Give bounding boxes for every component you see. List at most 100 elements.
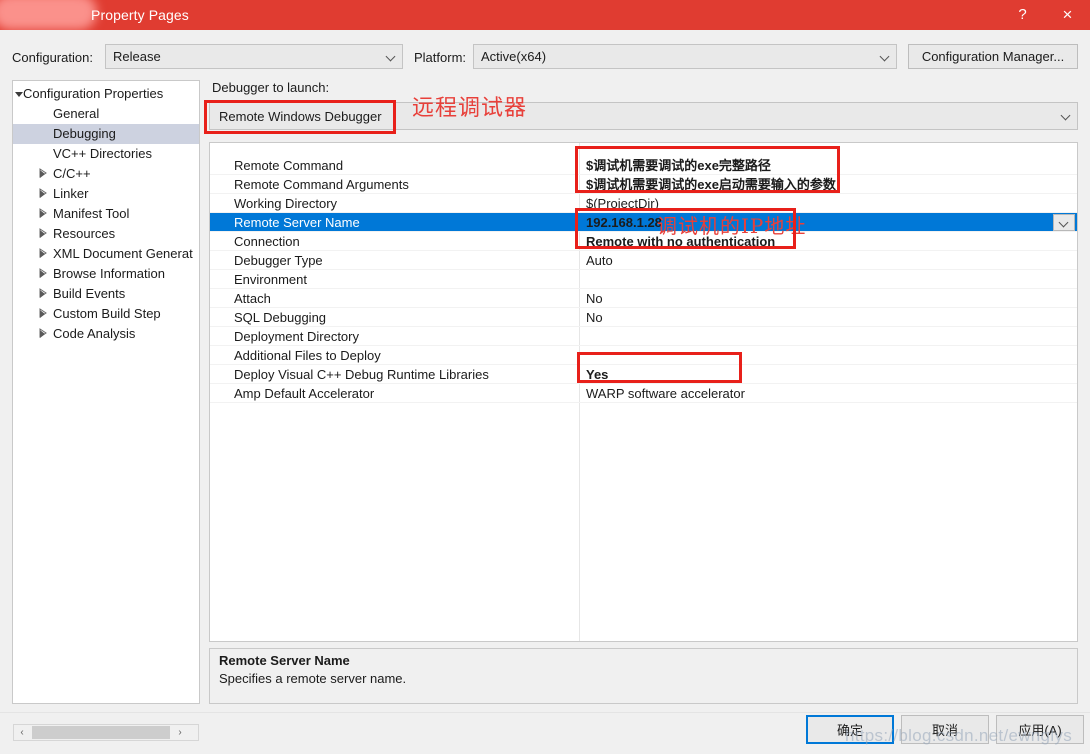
configuration-dropdown[interactable]: Release [105, 44, 403, 69]
sidebar-item-resources[interactable]: Resources [13, 224, 199, 244]
property-name: Environment [234, 272, 307, 287]
sidebar-item-browse-information[interactable]: Browse Information [13, 264, 199, 284]
property-name: Remote Command Arguments [234, 177, 409, 192]
description-panel: Remote Server Name Specifies a remote se… [209, 648, 1078, 704]
sidebar-item-label: XML Document Generat [53, 246, 193, 261]
annotation-ip-address: 调试机的IP地址 [657, 214, 807, 238]
sidebar-item-vc-directories[interactable]: VC++ Directories [13, 144, 199, 164]
property-value[interactable]: No [586, 289, 603, 308]
debugger-to-launch-value: Remote Windows Debugger [219, 109, 382, 124]
redacted-title-blob [0, 0, 97, 30]
property-row[interactable]: Connection Remote with no authentication [210, 232, 1077, 251]
collapsed-triangle-icon[interactable] [39, 184, 49, 204]
property-pages-window: Property Pages ? × Configuration: Releas… [0, 0, 1090, 754]
configuration-value: Release [113, 49, 161, 64]
property-row[interactable]: Remote Server Name 192.168.1.28 [210, 213, 1077, 232]
property-row[interactable]: Attach No [210, 289, 1077, 308]
sidebar-item-label: Build Events [53, 286, 126, 301]
properties-tree-panel[interactable]: Configuration Properties General Debugging… [12, 80, 200, 704]
property-value[interactable]: No [586, 308, 603, 327]
property-name: Amp Default Accelerator [234, 386, 375, 401]
sidebar-item-code-analysis[interactable]: Code Analysis [13, 324, 199, 344]
sidebar-item-label: Configuration Properties [23, 86, 164, 101]
property-row[interactable]: SQL Debugging No [210, 308, 1077, 327]
sidebar-item-label: Code Analysis [53, 326, 136, 341]
platform-label: Platform: [414, 50, 467, 65]
chevron-down-icon[interactable] [380, 45, 402, 68]
help-icon[interactable]: ? [1000, 0, 1045, 30]
property-row[interactable]: Amp Default Accelerator WARP software acc… [210, 384, 1077, 403]
sidebar-item-label: C/C++ [53, 166, 91, 181]
property-value[interactable]: Yes [586, 365, 608, 384]
scroll-right-icon[interactable]: › [172, 727, 188, 738]
chevron-down-icon[interactable] [1055, 103, 1077, 129]
collapsed-triangle-icon[interactable] [39, 164, 49, 184]
properties-tree: Configuration Properties General Debugging… [13, 84, 199, 344]
property-value[interactable]: $调试机需要调试的exe启动需要输入的参数 [586, 175, 836, 194]
sidebar-item-linker[interactable]: Linker [13, 184, 199, 204]
property-name: Connection [234, 234, 300, 249]
property-grid[interactable]: Remote Command $调试机需要调试的exe完整路径 Remote Com… [209, 142, 1078, 642]
configuration-manager-button[interactable]: Configuration Manager... [908, 44, 1078, 69]
platform-value: Active(x64) [481, 49, 547, 64]
property-value[interactable]: $调试机需要调试的exe完整路径 [586, 156, 771, 175]
property-name: Additional Files to Deploy [234, 348, 381, 363]
sidebar-item-label: Browse Information [53, 266, 165, 281]
property-row[interactable]: Remote Command $调试机需要调试的exe完整路径 [210, 156, 1077, 175]
property-name: Remote Server Name [234, 215, 360, 230]
sidebar-item-custom-build-step[interactable]: Custom Build Step [13, 304, 199, 324]
property-name: Remote Command [234, 158, 344, 173]
property-name: Deployment Directory [234, 329, 359, 344]
row-divider [210, 402, 1077, 403]
sidebar-item-label: Linker [53, 186, 89, 201]
window-title: Property Pages [91, 7, 189, 23]
collapsed-triangle-icon[interactable] [39, 264, 49, 284]
sidebar-item-xml-document-generat[interactable]: XML Document Generat [13, 244, 199, 264]
scroll-left-icon[interactable]: ‹ [14, 727, 30, 738]
property-row[interactable]: Debugger Type Auto [210, 251, 1077, 270]
sidebar-item-label: Debugging [53, 126, 116, 141]
sidebar-item-build-events[interactable]: Build Events [13, 284, 199, 304]
collapsed-triangle-icon[interactable] [39, 284, 49, 304]
ok-button[interactable]: 确定 [806, 715, 894, 744]
footer-divider [0, 712, 1090, 713]
collapsed-triangle-icon[interactable] [39, 204, 49, 224]
sidebar-item-general[interactable]: General [13, 104, 199, 124]
scrollbar-thumb[interactable] [32, 726, 170, 739]
property-row[interactable]: Remote Command Arguments $调试机需要调试的exe启动需要… [210, 175, 1077, 194]
property-row[interactable]: Deployment Directory [210, 327, 1077, 346]
property-row[interactable]: Additional Files to Deploy [210, 346, 1077, 365]
collapsed-triangle-icon[interactable] [39, 244, 49, 264]
apply-button[interactable]: 应用(A) [996, 715, 1084, 744]
sidebar-item-label: Custom Build Step [53, 306, 161, 321]
property-value[interactable]: $(ProjectDir) [586, 194, 659, 213]
sidebar-item-configuration-properties[interactable]: Configuration Properties [13, 84, 199, 104]
property-row[interactable]: Environment [210, 270, 1077, 289]
collapsed-triangle-icon[interactable] [39, 324, 49, 344]
collapsed-triangle-icon[interactable] [39, 224, 49, 244]
chevron-down-icon[interactable] [1053, 214, 1075, 231]
sidebar-item-label: Resources [53, 226, 116, 241]
sidebar-item-debugging[interactable]: Debugging [13, 124, 199, 144]
property-value[interactable]: 192.168.1.28 [586, 213, 662, 232]
property-name: SQL Debugging [234, 310, 327, 325]
property-value[interactable]: WARP software accelerator [586, 384, 745, 403]
platform-dropdown[interactable]: Active(x64) [473, 44, 897, 69]
property-name: Deploy Visual C++ Debug Runtime Librarie… [234, 367, 489, 382]
tree-horizontal-scrollbar[interactable]: ‹ › [13, 724, 199, 741]
sidebar-item-manifest-tool[interactable]: Manifest Tool [13, 204, 199, 224]
property-value[interactable]: Auto [586, 251, 613, 270]
chevron-down-icon[interactable] [874, 45, 896, 68]
description-title: Remote Server Name [219, 653, 350, 668]
configuration-label: Configuration: [12, 50, 93, 65]
sidebar-item-label: General [53, 106, 100, 121]
cancel-button[interactable]: 取消 [901, 715, 989, 744]
description-body: Specifies a remote server name. [219, 671, 407, 686]
sidebar-item-label: VC++ Directories [53, 146, 152, 161]
debugger-to-launch-dropdown[interactable]: Remote Windows Debugger [209, 102, 1078, 130]
close-icon[interactable]: × [1045, 0, 1090, 30]
property-row[interactable]: Working Directory $(ProjectDir) [210, 194, 1077, 213]
collapsed-triangle-icon[interactable] [39, 304, 49, 324]
sidebar-item-c-c[interactable]: C/C++ [13, 164, 199, 184]
property-row[interactable]: Deploy Visual C++ Debug Runtime Librarie… [210, 365, 1077, 384]
